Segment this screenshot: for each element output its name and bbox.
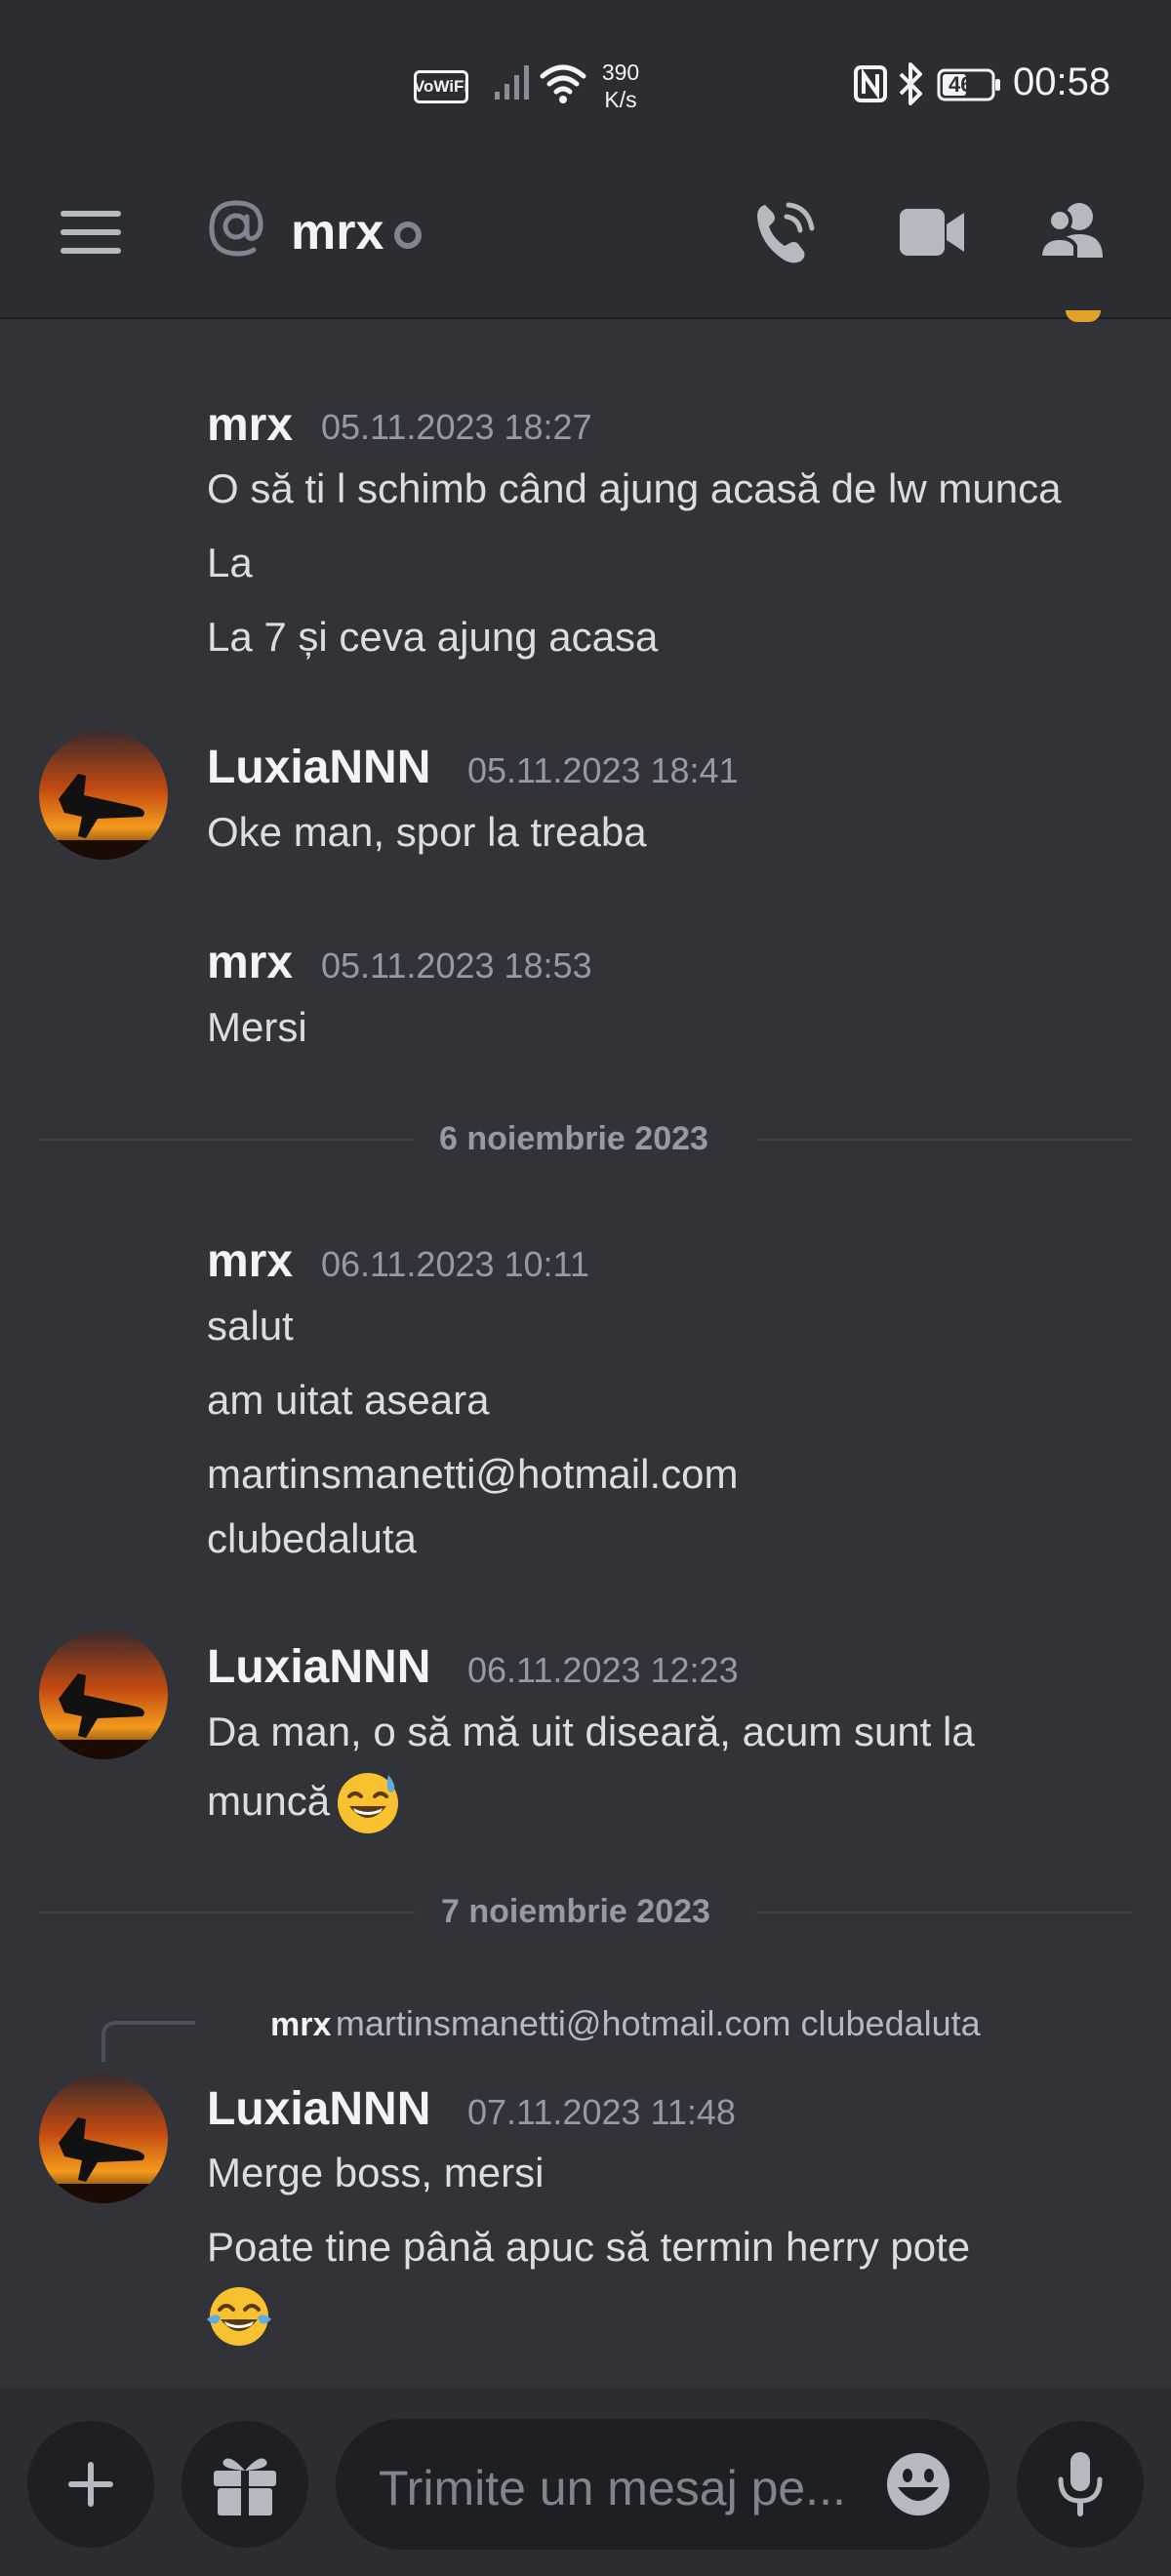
message-timestamp: 05.11.2023 18:41 <box>467 750 739 790</box>
net-speed: 390 K/s <box>591 59 650 113</box>
avatar[interactable] <box>39 731 168 860</box>
date-divider-label: 6 noiembrie 2023 <box>439 1120 708 1157</box>
message-text: O să ti l schimb când ajung acasă de lw … <box>207 465 1062 511</box>
message-text: Oke man, spor la treaba <box>207 809 647 855</box>
message-timestamp: 06.11.2023 10:11 <box>321 1244 589 1284</box>
attach-button[interactable] <box>27 2421 154 2548</box>
voice-message-button[interactable] <box>1017 2421 1144 2548</box>
message-text: Mersi <box>207 1004 307 1050</box>
plus-icon <box>68 2462 113 2507</box>
date-divider-label: 7 noiembrie 2023 <box>441 1893 710 1930</box>
message-list[interactable]: mrx 05.11.2023 18:27 O să ti l schimb câ… <box>0 321 1171 2388</box>
message-author[interactable]: mrx <box>207 936 293 989</box>
message-author[interactable]: mrx <box>207 1234 293 1288</box>
at-icon <box>209 200 263 257</box>
message-text[interactable]: martinsmanetti@hotmail.com <box>207 1451 738 1498</box>
mic-icon <box>1058 2452 1103 2516</box>
message-timestamp: 05.11.2023 18:53 <box>321 946 592 986</box>
signal-icon <box>495 65 529 100</box>
status-bar: VoWiFi 390 K/s 46 00:58 <box>0 0 1171 166</box>
video-icon[interactable] <box>898 203 966 262</box>
message-timestamp: 05.11.2023 18:27 <box>321 407 592 447</box>
message-text: Da man, o să mă uit diseară, acum sunt l… <box>207 1709 975 1754</box>
net-speed-unit: K/s <box>604 87 637 112</box>
battery-level: 46 <box>949 72 973 97</box>
menu-icon[interactable] <box>61 207 121 258</box>
message-composer: Trimite un mesaj pe... <box>0 2388 1171 2576</box>
airplane-sunset-icon <box>39 2074 168 2203</box>
status-indicator <box>394 221 422 249</box>
divider-line <box>757 1139 1132 1141</box>
gift-button[interactable] <box>182 2421 308 2548</box>
net-speed-value: 390 <box>601 60 640 85</box>
channel-name[interactable]: mrx <box>291 203 384 262</box>
message-input-placeholder: Trimite un mesaj pe... <box>379 2461 846 2516</box>
clock: 00:58 <box>1013 60 1111 103</box>
message-line: muncă <box>207 1767 402 1835</box>
battery-icon: 46 <box>937 68 1001 101</box>
message-author[interactable]: LuxiaNNN <box>207 2082 430 2136</box>
emoji-icon[interactable] <box>884 2450 952 2518</box>
call-icon[interactable] <box>751 197 820 267</box>
message-author[interactable]: LuxiaNNN <box>207 741 430 794</box>
airplane-sunset-icon <box>39 1630 168 1759</box>
wifi-icon <box>540 64 586 103</box>
divider-line <box>755 1912 1132 1913</box>
message-text: La <box>207 540 253 585</box>
message-input[interactable]: Trimite un mesaj pe... <box>336 2419 989 2550</box>
message-timestamp: 06.11.2023 12:23 <box>467 1650 739 1690</box>
message-text: muncă <box>207 1778 331 1824</box>
members-icon[interactable] <box>1038 199 1109 263</box>
divider-line <box>39 1139 414 1141</box>
vowifi-icon: VoWiFi <box>414 70 468 103</box>
airplane-sunset-icon <box>39 731 168 860</box>
message-author[interactable]: mrx <box>207 398 293 452</box>
message-text: salut <box>207 1303 294 1348</box>
nfc-icon <box>854 65 887 102</box>
message-text: Poate tine până apuc să termin herry pot… <box>207 2224 971 2270</box>
message-author[interactable]: LuxiaNNN <box>207 1640 430 1694</box>
message-text: clubedaluta <box>207 1515 417 1561</box>
gift-icon <box>214 2458 276 2516</box>
reply-connector <box>101 2021 195 2062</box>
message-text: am uitat aseara <box>207 1377 490 1423</box>
sweat-smile-emoji-icon <box>338 1773 399 1833</box>
channel-header: mrx <box>0 166 1171 319</box>
reply-text: martinsmanetti@hotmail.com clubedaluta <box>335 2003 981 2043</box>
message-text: La 7 și ceva ajung acasa <box>207 614 659 660</box>
avatar[interactable] <box>39 2074 168 2203</box>
message-text: Merge boss, mersi <box>207 2150 545 2195</box>
tears-of-joy-emoji-icon <box>207 2287 271 2346</box>
message-timestamp: 07.11.2023 11:48 <box>467 2092 736 2132</box>
bluetooth-icon <box>899 62 922 105</box>
reply-author: mrx <box>270 2006 332 2043</box>
reply-content[interactable]: mrx martinsmanetti@hotmail.com clubedalu… <box>270 2003 981 2044</box>
divider-line <box>39 1912 416 1913</box>
avatar[interactable] <box>39 1630 168 1759</box>
